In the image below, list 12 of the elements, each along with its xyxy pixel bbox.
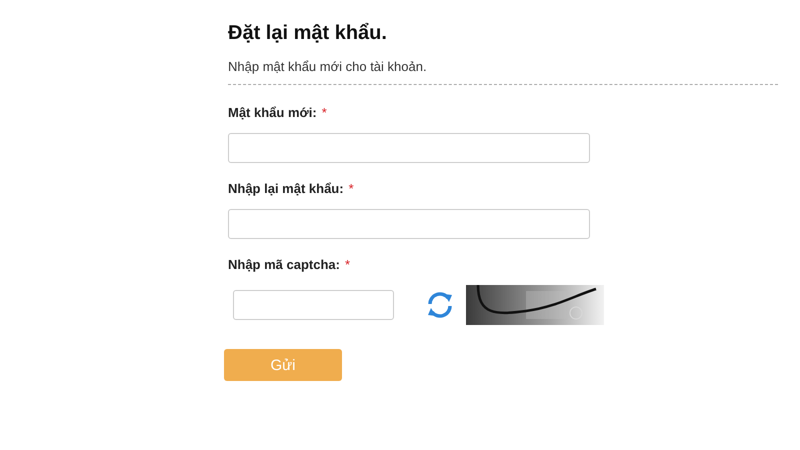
required-mark: * [344,257,350,272]
field-label: Mật khẩu mới: [228,105,317,120]
page-title: Đặt lại mật khẩu. [228,22,388,45]
submit-button[interactable]: Gửi [224,349,342,381]
required-mark: * [322,105,327,120]
captcha-field[interactable] [233,290,394,320]
required-mark: * [348,181,354,196]
password-field[interactable] [228,133,590,163]
field-label: Nhập mã captcha: [228,257,340,272]
field-label: Nhập lại mật khẩu: [228,181,344,196]
subtitle: Nhập mật khẩu mới cho tài khoản. [228,59,428,74]
password-field[interactable] [228,209,590,239]
